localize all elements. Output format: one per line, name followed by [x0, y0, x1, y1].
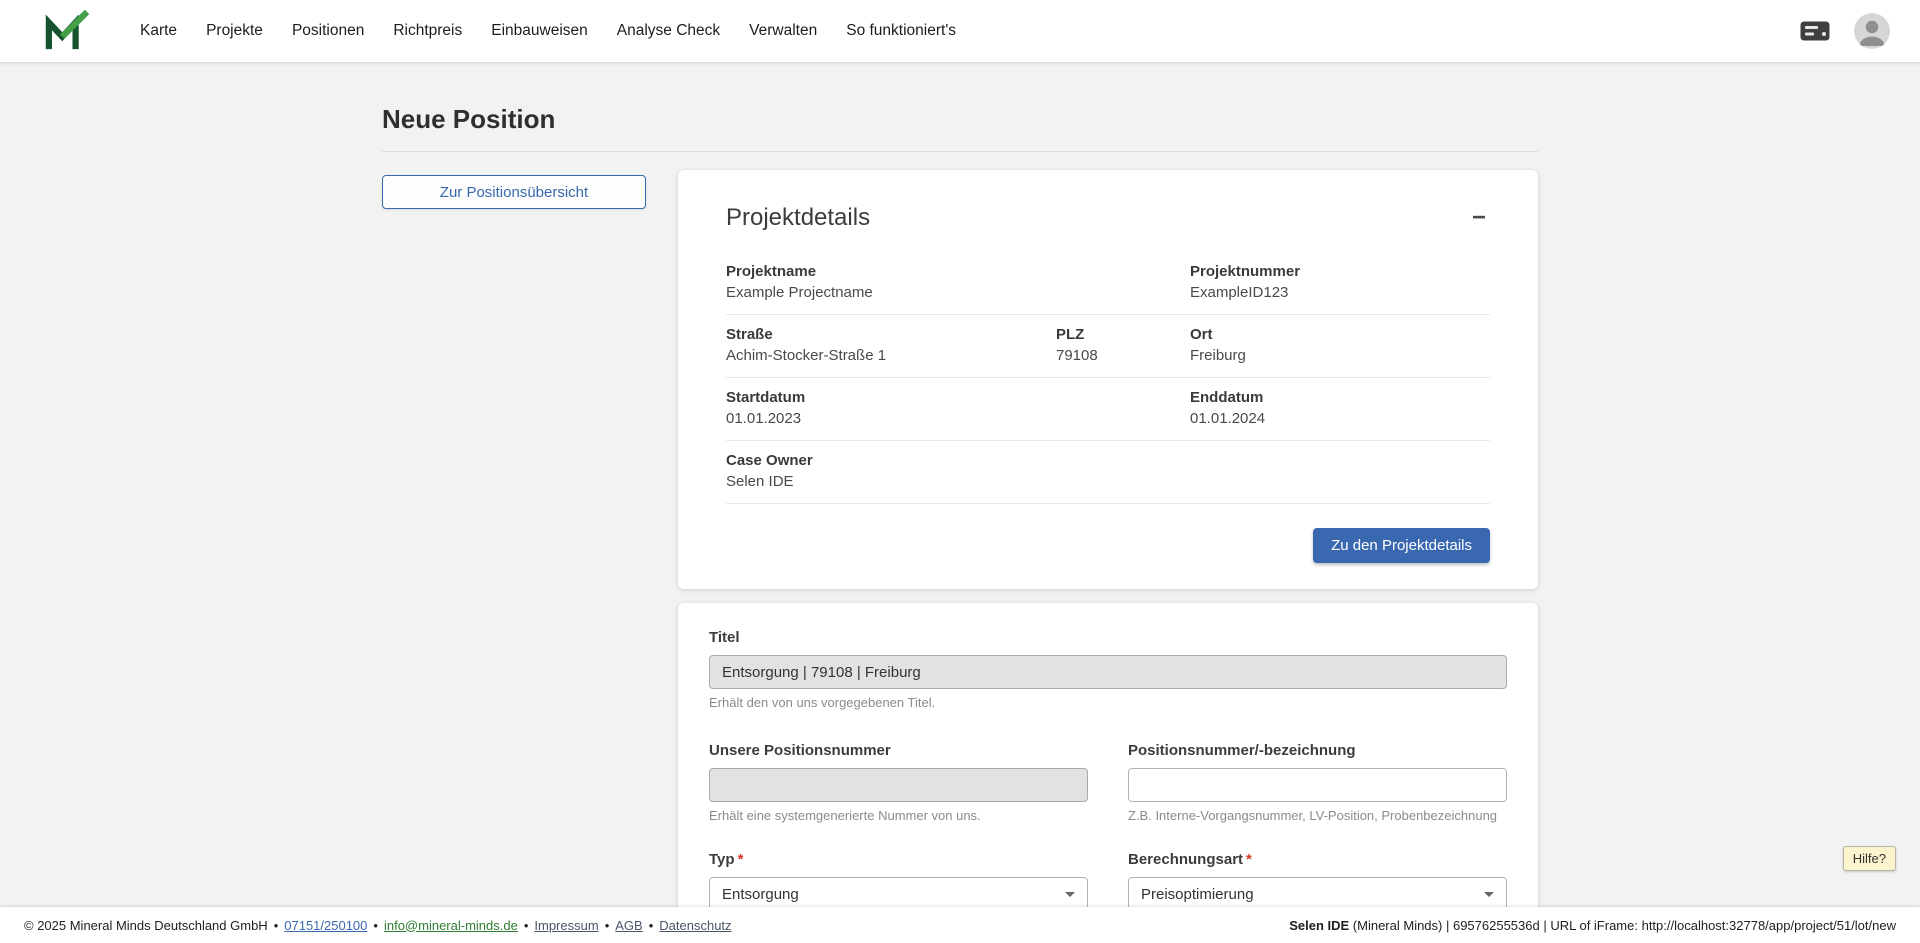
- separator: •: [373, 918, 378, 933]
- field-value: Freiburg: [1190, 347, 1490, 364]
- field-label: Projektnummer: [1190, 263, 1490, 280]
- nav-right-actions: [1800, 13, 1890, 49]
- table-row: Startdatum 01.01.2023 Enddatum 01.01.202…: [726, 378, 1490, 441]
- footer: © 2025 Mineral Minds Deutschland GmbH • …: [0, 907, 1920, 943]
- field-label: Case Owner: [726, 452, 1490, 469]
- required-asterisk: *: [1246, 851, 1252, 868]
- table-row: Projektname Example Projectname Projektn…: [726, 252, 1490, 315]
- collapse-card-button[interactable]: −: [1468, 206, 1490, 230]
- back-to-position-overview-button[interactable]: Zur Positionsübersicht: [382, 175, 646, 209]
- session-details: (Mineral Minds) | 69576255536d | URL of …: [1349, 918, 1896, 933]
- positionsnummer-label: Positionsnummer/-bezeichnung: [1128, 742, 1507, 759]
- titel-field-group: Titel Erhält den von uns vorgegebenen Ti…: [709, 629, 1507, 710]
- field-value: 79108: [1056, 347, 1190, 364]
- field-projektnummer: Projektnummer ExampleID123: [1190, 263, 1490, 301]
- typ-label: Typ*: [709, 851, 1088, 868]
- field-value: ExampleID123: [1190, 284, 1490, 301]
- field-value: Achim-Stocker-Straße 1: [726, 347, 1056, 364]
- agb-link[interactable]: AGB: [615, 918, 642, 933]
- berechnungsart-field-group: Berechnungsart* Preisoptimierung Wählen …: [1128, 851, 1507, 907]
- positionsnummer-input[interactable]: [1128, 768, 1507, 802]
- footer-links: © 2025 Mineral Minds Deutschland GmbH • …: [24, 918, 732, 933]
- copyright-text: © 2025 Mineral Minds Deutschland GmbH: [24, 918, 268, 933]
- titel-helper-text: Erhält den von uns vorgegebenen Titel.: [709, 695, 1507, 710]
- field-startdatum: Startdatum 01.01.2023: [726, 389, 1190, 427]
- field-label: PLZ: [1056, 326, 1190, 343]
- nav-item-einbauweisen[interactable]: Einbauweisen: [491, 22, 588, 40]
- field-label: Ort: [1190, 326, 1490, 343]
- separator: •: [524, 918, 529, 933]
- unsere-positionsnummer-field-group: Unsere Positionsnummer Erhält eine syste…: [709, 742, 1088, 823]
- main-content: Neue Position Zur Positionsübersicht Pro…: [0, 62, 1920, 907]
- field-plz: PLZ 79108: [1056, 326, 1190, 364]
- typ-select[interactable]: Entsorgung: [709, 877, 1088, 907]
- berechnungsart-select-value: Preisoptimierung: [1141, 886, 1254, 903]
- field-ort: Ort Freiburg: [1190, 326, 1490, 364]
- titel-label: Titel: [709, 629, 1507, 646]
- field-projektname: Projektname Example Projectname: [726, 263, 1190, 301]
- unsere-positionsnummer-helper-text: Erhält eine systemgenerierte Nummer von …: [709, 808, 1088, 823]
- nav-item-analyse-check[interactable]: Analyse Check: [617, 22, 720, 40]
- berechnungsart-label: Berechnungsart*: [1128, 851, 1507, 868]
- go-to-project-details-button[interactable]: Zu den Projektdetails: [1313, 528, 1490, 563]
- typ-field-group: Typ* Entsorgung Wählen Sie hier die Art …: [709, 851, 1088, 907]
- datenschutz-link[interactable]: Datenschutz: [659, 918, 731, 933]
- nav-item-richtpreis[interactable]: Richtpreis: [393, 22, 462, 40]
- field-case-owner: Case Owner Selen IDE: [726, 452, 1490, 490]
- phone-link[interactable]: 07151/250100: [284, 918, 367, 933]
- nav-item-projekte[interactable]: Projekte: [206, 22, 263, 40]
- server-icon[interactable]: [1800, 21, 1830, 41]
- unsere-positionsnummer-label: Unsere Positionsnummer: [709, 742, 1088, 759]
- nav-item-karte[interactable]: Karte: [140, 22, 177, 40]
- separator: •: [274, 918, 279, 933]
- berechnungsart-select[interactable]: Preisoptimierung: [1128, 877, 1507, 907]
- field-label: Projektname: [726, 263, 1190, 280]
- title-divider: [382, 151, 1538, 152]
- unsere-positionsnummer-input: [709, 768, 1088, 802]
- project-details-table: Projektname Example Projectname Projektn…: [726, 252, 1490, 504]
- separator: •: [649, 918, 654, 933]
- top-nav: Karte Projekte Positionen Richtpreis Ein…: [0, 0, 1920, 62]
- mineral-minds-logo-icon[interactable]: [44, 9, 92, 53]
- field-label: Straße: [726, 326, 1056, 343]
- field-strasse: Straße Achim-Stocker-Straße 1: [726, 326, 1056, 364]
- project-details-card: Projektdetails − Projektname Example Pro…: [678, 170, 1538, 589]
- field-enddatum: Enddatum 01.01.2024: [1190, 389, 1490, 427]
- table-row: Straße Achim-Stocker-Straße 1 PLZ 79108 …: [726, 315, 1490, 378]
- table-row: Case Owner Selen IDE: [726, 441, 1490, 504]
- field-value: Example Projectname: [726, 284, 1190, 301]
- new-position-form-card: Titel Erhält den von uns vorgegebenen Ti…: [678, 603, 1538, 907]
- separator: •: [605, 918, 610, 933]
- field-value: 01.01.2024: [1190, 410, 1490, 427]
- field-label: Startdatum: [726, 389, 1190, 406]
- main-nav: Karte Projekte Positionen Richtpreis Ein…: [140, 22, 956, 40]
- titel-input: [709, 655, 1507, 689]
- positionsnummer-field-group: Positionsnummer/-bezeichnung Z.B. Intern…: [1128, 742, 1507, 823]
- chevron-down-icon: [1065, 892, 1075, 897]
- chevron-down-icon: [1484, 892, 1494, 897]
- field-value: 01.01.2023: [726, 410, 1190, 427]
- typ-select-value: Entsorgung: [722, 886, 799, 903]
- project-details-title: Projektdetails: [726, 204, 870, 232]
- session-info: Selen IDE (Mineral Minds) | 69576255536d…: [1289, 918, 1896, 933]
- user-avatar[interactable]: [1854, 13, 1890, 49]
- nav-item-positionen[interactable]: Positionen: [292, 22, 364, 40]
- required-asterisk: *: [738, 851, 744, 868]
- impressum-link[interactable]: Impressum: [534, 918, 598, 933]
- session-user: Selen IDE: [1289, 918, 1349, 933]
- field-value: Selen IDE: [726, 473, 1490, 490]
- field-label: Enddatum: [1190, 389, 1490, 406]
- page-title: Neue Position: [382, 104, 1538, 135]
- help-button[interactable]: Hilfe?: [1843, 846, 1896, 871]
- nav-item-so-funktionierts[interactable]: So funktioniert's: [846, 22, 956, 40]
- positionsnummer-helper-text: Z.B. Interne-Vorgangsnummer, LV-Position…: [1128, 808, 1507, 823]
- nav-item-verwalten[interactable]: Verwalten: [749, 22, 817, 40]
- email-link[interactable]: info@mineral-minds.de: [384, 918, 518, 933]
